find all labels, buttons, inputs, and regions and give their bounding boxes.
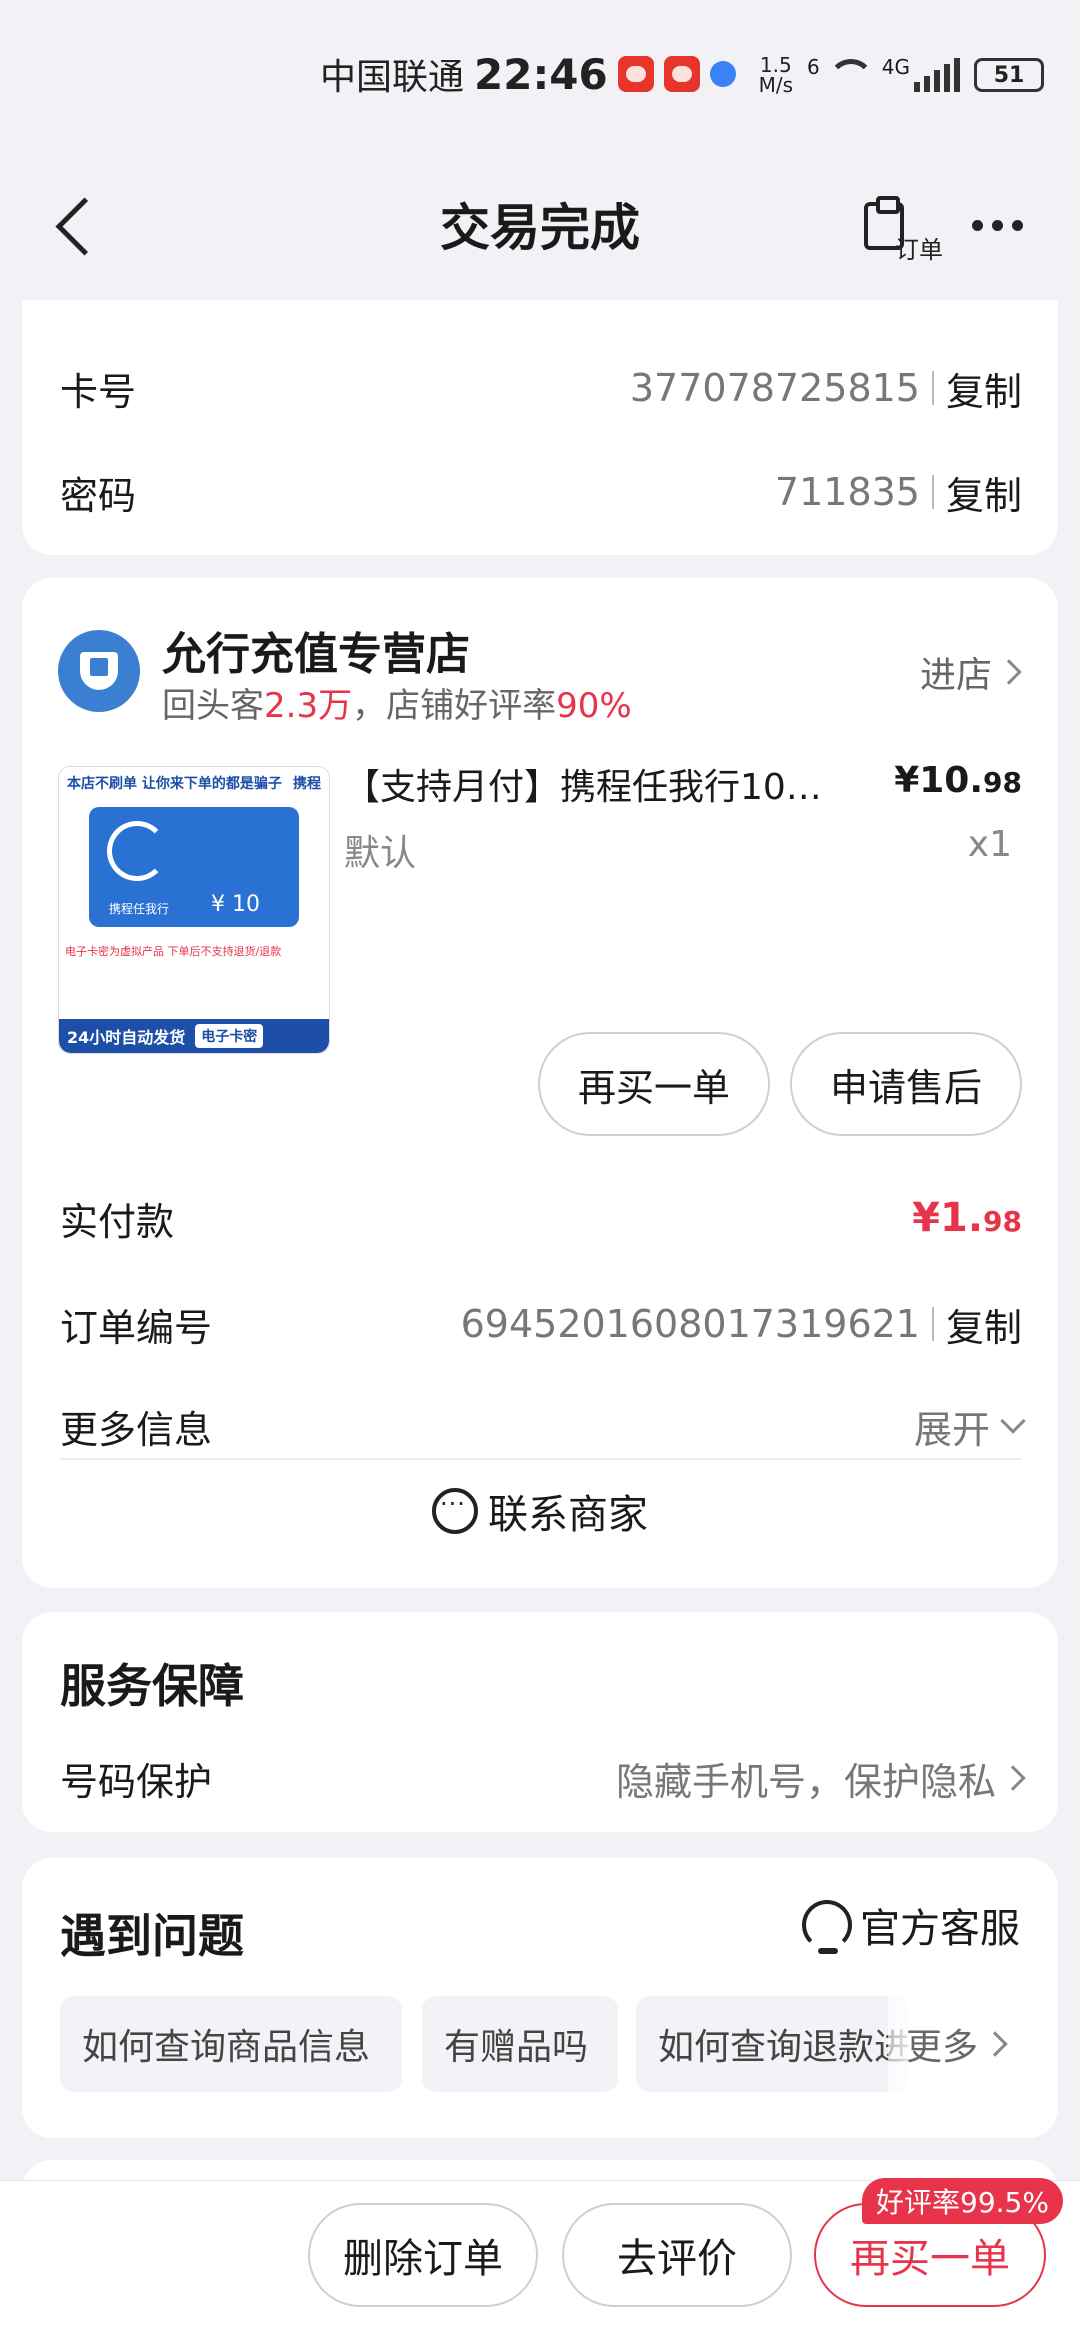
product-image-tag: 电子卡密 [195, 1024, 264, 1048]
battery-icon: 51 [974, 58, 1044, 92]
product-image-band: 24小时自动发货 电子卡密 [59, 1019, 329, 1053]
after-sale-button[interactable]: 申请售后 [790, 1032, 1022, 1136]
carrier-name: 中国联通 [320, 57, 465, 98]
order-number-label: 订单编号 [60, 1305, 213, 1350]
contact-seller-label: 联系商家 [488, 1492, 648, 1538]
paid-label: 实付款 [60, 1199, 175, 1244]
number-protection-label: 号码保护 [60, 1759, 213, 1804]
divider [931, 1307, 934, 1341]
paid-amount: ¥1.98 [912, 1195, 1022, 1241]
product-price-decimal: 98 [983, 766, 1022, 799]
network-speed-unit: M/s [758, 73, 794, 97]
service-card: 服务保障 号码保护 隐藏手机号，保护隐私 [22, 1612, 1058, 1832]
wifi-icon [824, 59, 874, 91]
status-bar-center: 中国联通 22:46 [320, 48, 736, 100]
problems-title: 遇到问题 [60, 1909, 244, 1963]
enter-store-label: 进店 [919, 655, 992, 696]
product-image-note: 电子卡密为虚拟产品 下单后不支持退货/退款 [65, 945, 282, 958]
copy-password-button[interactable]: 复制 [946, 465, 1022, 520]
paid-amount-decimal: 98 [983, 1205, 1022, 1238]
returning-label: 回头客 [162, 686, 264, 726]
product-price-main: ¥10. [894, 760, 984, 801]
divider [60, 1458, 1022, 1460]
positive-rate-badge: 好评率99.5% [862, 2178, 1063, 2224]
copy-card-number-button[interactable]: 复制 [946, 361, 1022, 416]
review-button[interactable]: 去评价 [562, 2203, 792, 2307]
product-card-graphic: 携程任我行 ¥ 10 [89, 807, 299, 927]
card-number-label: 卡号 [60, 369, 137, 414]
card-credentials: 卡号 377078725815 复制 密码 711835 复制 [22, 300, 1058, 555]
store-stats: 回头客2.3万，店铺好评率90% [162, 678, 632, 727]
store-name[interactable]: 允行充值专营店 [162, 618, 470, 682]
contact-seller-button[interactable]: 联系商家 [22, 1482, 1058, 1540]
signal-icon [914, 58, 960, 92]
order-card: 允行充值专营店 回头客2.3万，店铺好评率90% 进店 本店不刷单 让你来下单的… [22, 578, 1058, 1588]
faq-chip[interactable]: 如何查询商品信息 [60, 1996, 402, 2092]
chat-icon [432, 1488, 478, 1534]
problems-card: 遇到问题 官方客服 如何查询商品信息 有赠品吗 如何查询退款进度 更多 [22, 1858, 1058, 2138]
status-bar: 中国联通 22:46 1.5 M/s 6 4G 51 [0, 0, 1080, 150]
password-value: 711835 [774, 470, 920, 514]
clock: 22:46 [474, 49, 608, 99]
divider [931, 475, 934, 509]
product-image-band-text: 24小时自动发货 [67, 1028, 186, 1047]
expand-label: 展开 [913, 1407, 990, 1452]
service-title: 服务保障 [60, 1659, 244, 1713]
delete-order-button[interactable]: 删除订单 [308, 2203, 538, 2307]
chevron-down-icon [1000, 1408, 1026, 1434]
order-number-value: 6945201608017319621 [460, 1302, 920, 1346]
product-image-banner-text: 本店不刷单 让你来下单的都是骗子 [67, 776, 282, 792]
password-row: 密码 711835 复制 [60, 452, 1022, 532]
app-notification-icon [617, 56, 654, 92]
number-protection-value: 隐藏手机号，保护隐私 [615, 1759, 996, 1804]
card-number-value: 377078725815 [629, 366, 920, 410]
store-logo[interactable] [58, 630, 140, 712]
nav-bar: 交易完成 订单 [0, 150, 1080, 300]
faq-more-button[interactable]: 更多 [888, 1996, 1058, 2092]
more-info-label: 更多信息 [60, 1407, 213, 1452]
network-speed-value: 1.5 [759, 53, 792, 77]
enter-store-button[interactable]: 进店 [919, 646, 1022, 698]
official-service-label: 官方客服 [860, 1906, 1020, 1952]
official-service-button[interactable]: 官方客服 [802, 1896, 1020, 1954]
paid-amount-main: ¥1. [912, 1195, 984, 1241]
divider [931, 371, 934, 405]
signal-label: 4G [881, 55, 910, 79]
app-notification-icon [663, 56, 700, 92]
rating-value: 90% [556, 686, 632, 726]
headset-icon [802, 1900, 852, 1954]
product-price: ¥10.98 [894, 760, 1022, 801]
rating-label: ，店铺好评率 [352, 686, 557, 726]
card-number-row: 卡号 377078725815 复制 [60, 348, 1022, 428]
faq-more-label: 更多 [906, 2027, 979, 2068]
status-bar-right: 1.5 M/s 6 4G 51 [759, 55, 1044, 95]
chevron-right-icon [996, 659, 1022, 685]
buy-again-button[interactable]: 再买一单 [538, 1032, 770, 1136]
password-label: 密码 [60, 473, 137, 518]
product-title[interactable]: 【支持月付】携程任我行10… [344, 758, 894, 810]
chevron-right-icon [982, 2031, 1008, 2057]
product-spec: 默认 [344, 833, 417, 874]
product-quantity: x1 [967, 824, 1012, 865]
more-icon[interactable] [972, 220, 1023, 231]
browser-notification-icon [709, 61, 736, 87]
dolphin-logo-icon [107, 821, 167, 881]
product-image[interactable]: 本店不刷单 让你来下单的都是骗子 携程 携程任我行 ¥ 10 电子卡密为虚拟产品… [58, 766, 330, 1054]
number-protection-row[interactable]: 号码保护 隐藏手机号，保护隐私 [60, 1738, 1026, 1818]
returning-value: 2.3万 [264, 686, 353, 726]
paid-row: 实付款 ¥1.98 [60, 1178, 1022, 1258]
faq-chip[interactable]: 有赠品吗 [422, 1996, 618, 2092]
more-info-row[interactable]: 更多信息 展开 [60, 1386, 1026, 1466]
product-card-amount: ¥ 10 [211, 892, 260, 917]
product-card-text: 携程任我行 [109, 902, 170, 916]
order-number-row: 订单编号 6945201608017319621 复制 [60, 1284, 1022, 1364]
chevron-right-icon [1000, 1765, 1026, 1791]
product-image-banner: 本店不刷单 让你来下单的都是骗子 携程 [59, 767, 329, 801]
copy-order-number-button[interactable]: 复制 [946, 1297, 1022, 1352]
wifi-label: 6 [807, 55, 820, 79]
product-image-brand: 携程 [293, 776, 321, 792]
faq-chip[interactable]: 如何查询退款进度 [636, 1996, 908, 2092]
network-speed: 1.5 M/s [759, 55, 793, 95]
order-list-label[interactable]: 订单 [895, 230, 943, 265]
